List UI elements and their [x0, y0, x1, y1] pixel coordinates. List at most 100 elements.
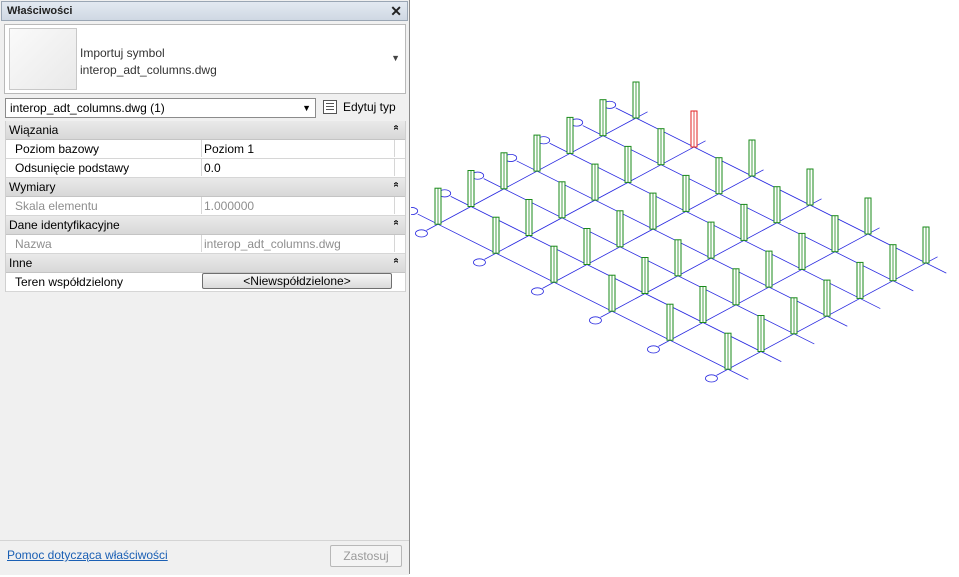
column[interactable]: [657, 128, 665, 166]
grid-bubble: [647, 345, 660, 354]
column[interactable]: [707, 221, 715, 259]
properties-title-bar[interactable]: Właściwości ✕: [1, 1, 408, 21]
column[interactable]: [649, 192, 657, 230]
section-header[interactable]: Inne »: [6, 254, 405, 273]
column[interactable]: [641, 257, 649, 294]
grid-line: [549, 142, 881, 309]
grid-bubble: [473, 258, 486, 267]
column[interactable]: [492, 216, 500, 254]
column[interactable]: [674, 239, 682, 277]
property-value: 0.0: [204, 161, 221, 175]
grid-line: [483, 178, 815, 345]
properties-help-link[interactable]: Pomoc dotycząca właściwości: [7, 548, 168, 562]
property-row: Poziom bazowy Poziom 1: [6, 140, 405, 159]
chevron-down-icon[interactable]: ▼: [302, 103, 311, 113]
column[interactable]: [806, 168, 814, 206]
column[interactable]: [533, 134, 541, 172]
3d-view-viewport[interactable]: [405, 0, 959, 574]
grid-line: [615, 107, 947, 274]
column[interactable]: [525, 199, 533, 236]
column[interactable]: [632, 81, 640, 119]
column[interactable]: [608, 274, 616, 312]
property-value: 1.000000: [204, 199, 255, 213]
property-value-field[interactable]: Poziom 1: [201, 140, 395, 157]
type-preview-image: [9, 28, 77, 90]
property-label: Skala elementu: [15, 199, 98, 213]
section-title: Inne: [9, 256, 33, 270]
property-value-button[interactable]: <Niewspółdzielone>: [202, 273, 392, 289]
property-label: Teren współdzielony: [15, 275, 124, 289]
grid-line: [516, 160, 848, 327]
section-title: Wiązania: [9, 123, 59, 137]
column[interactable]: [889, 244, 897, 282]
column[interactable]: [434, 187, 442, 225]
column[interactable]: [823, 279, 831, 317]
property-label: Odsunięcie podstawy: [15, 161, 130, 175]
collapse-icon[interactable]: »: [391, 220, 402, 226]
apply-button[interactable]: Zastosuj: [330, 545, 402, 567]
close-icon[interactable]: ✕: [390, 3, 402, 20]
edit-type-icon: [323, 100, 337, 114]
instance-filter-value: interop_adt_columns.dwg (1): [10, 101, 165, 115]
column[interactable]: [550, 245, 558, 283]
column[interactable]: [616, 210, 624, 248]
grid-bubble: [589, 316, 602, 325]
section-header[interactable]: Dane identyfikacyjne »: [6, 216, 405, 235]
column[interactable]: [732, 268, 740, 306]
column[interactable]: [790, 297, 798, 335]
property-row: Teren współdzielony <Niewspółdzielone>: [6, 273, 405, 292]
column[interactable]: [864, 197, 872, 235]
property-label: Nazwa: [15, 237, 52, 251]
column[interactable]: [773, 186, 781, 224]
column[interactable]: [583, 228, 591, 265]
instance-filter-dropdown[interactable]: interop_adt_columns.dwg (1) ▼: [5, 98, 316, 118]
column[interactable]: [715, 157, 723, 195]
column[interactable]: [699, 286, 707, 323]
column[interactable]: [558, 181, 566, 219]
grid-line: [450, 195, 782, 363]
selected-column[interactable]: [690, 110, 698, 148]
grid-bubble: [405, 207, 419, 216]
column[interactable]: [798, 232, 806, 270]
column[interactable]: [624, 145, 632, 183]
column[interactable]: [757, 315, 765, 352]
property-value-field[interactable]: 0.0: [201, 159, 395, 176]
column[interactable]: [599, 99, 607, 137]
column[interactable]: [467, 170, 475, 207]
column[interactable]: [682, 174, 690, 212]
column[interactable]: [740, 203, 748, 241]
section-title: Dane identyfikacyjne: [9, 218, 120, 232]
column[interactable]: [591, 163, 599, 201]
column[interactable]: [666, 303, 674, 341]
properties-panel: Właściwości ✕ Importuj symbol interop_ad…: [0, 0, 410, 575]
column[interactable]: [831, 215, 839, 253]
column[interactable]: [856, 261, 864, 299]
section-header[interactable]: Wymiary »: [6, 178, 405, 197]
type-name-label: interop_adt_columns.dwg: [80, 63, 217, 77]
property-row: Odsunięcie podstawy 0.0: [6, 159, 405, 178]
grid-bubble: [705, 374, 718, 383]
grid-bubble: [415, 229, 428, 238]
type-selector[interactable]: Importuj symbol interop_adt_columns.dwg …: [4, 24, 406, 94]
collapse-icon[interactable]: »: [391, 258, 402, 264]
column[interactable]: [765, 250, 773, 288]
property-label: Poziom bazowy: [15, 142, 100, 156]
section-title: Wymiary: [9, 180, 56, 194]
collapse-icon[interactable]: »: [391, 182, 402, 188]
panel-footer: Pomoc dotycząca właściwości Zastosuj: [0, 540, 409, 575]
column[interactable]: [748, 139, 756, 177]
3d-view-canvas[interactable]: [405, 0, 959, 574]
edit-type-button[interactable]: Edytuj typ: [321, 97, 406, 118]
grid-line: [582, 125, 914, 292]
property-value-field: interop_adt_columns.dwg: [201, 235, 395, 252]
edit-type-label: Edytuj typ: [343, 100, 396, 114]
column[interactable]: [922, 226, 930, 264]
collapse-icon[interactable]: »: [391, 125, 402, 131]
column[interactable]: [724, 332, 732, 370]
grid-line: [417, 213, 749, 380]
chevron-down-icon[interactable]: ▼: [391, 53, 400, 63]
section-header[interactable]: Wiązania »: [6, 121, 405, 140]
column[interactable]: [500, 152, 508, 190]
column[interactable]: [566, 116, 574, 154]
property-row: Skala elementu 1.000000: [6, 197, 405, 216]
